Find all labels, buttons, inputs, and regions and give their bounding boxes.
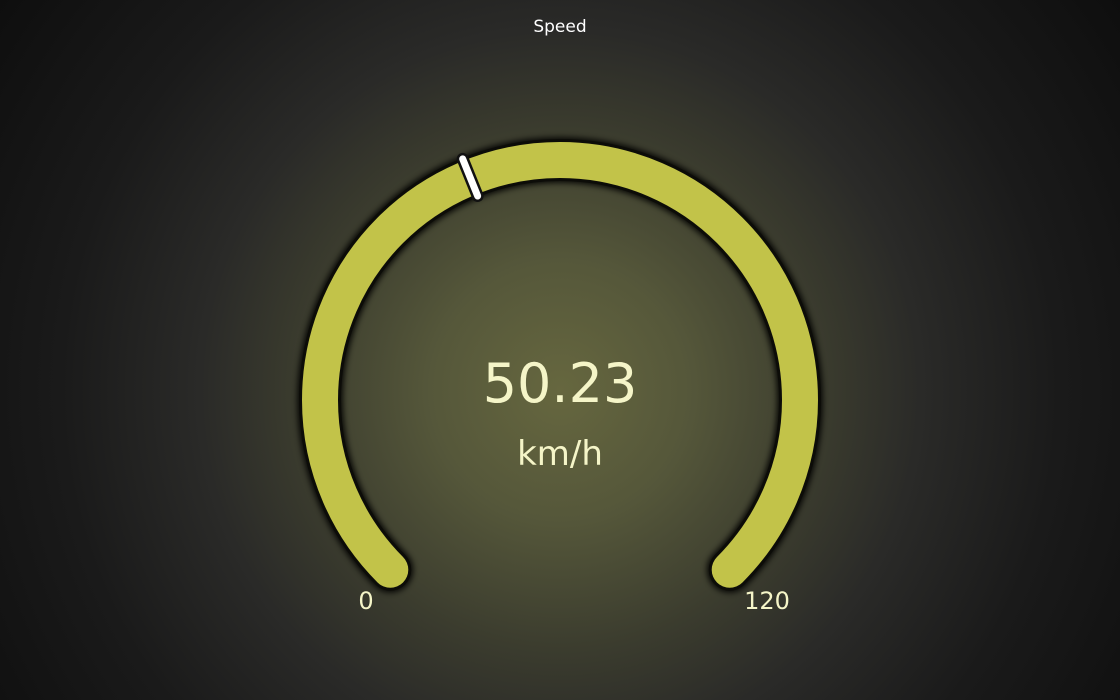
gauge-min-label: 0: [358, 587, 374, 615]
speed-gauge: [297, 137, 823, 593]
gauge-value: 50.23: [482, 352, 638, 415]
gauge-max-label: 120: [744, 587, 790, 615]
gauge-unit: km/h: [517, 434, 603, 474]
